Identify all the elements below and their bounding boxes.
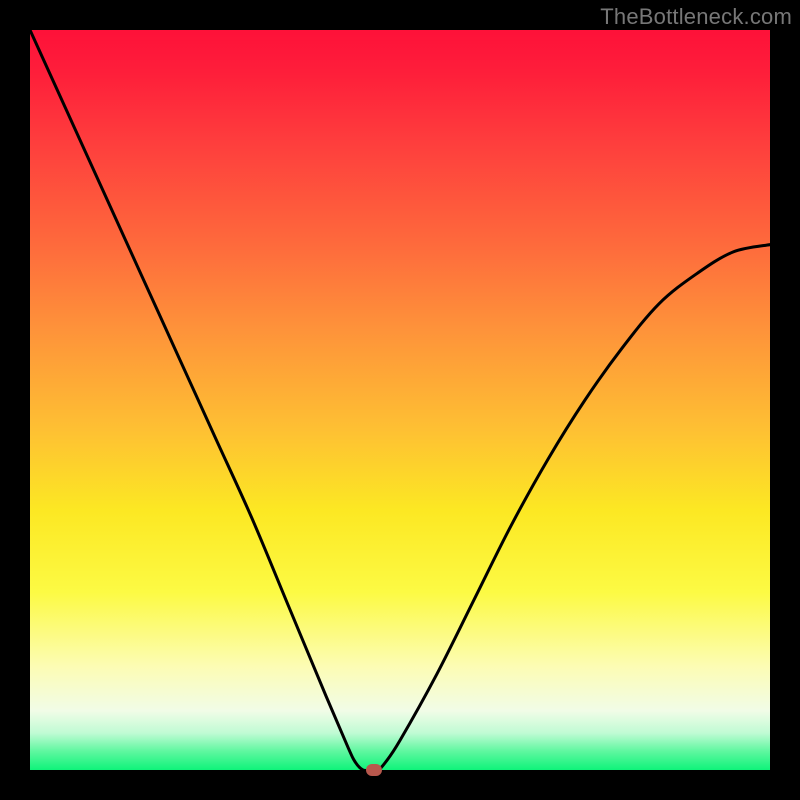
plot-area [30, 30, 770, 770]
curve-svg [30, 30, 770, 770]
chart-frame: TheBottleneck.com [0, 0, 800, 800]
watermark-text: TheBottleneck.com [600, 4, 792, 30]
bottleneck-curve-path [30, 30, 770, 771]
minimum-marker [366, 764, 382, 776]
